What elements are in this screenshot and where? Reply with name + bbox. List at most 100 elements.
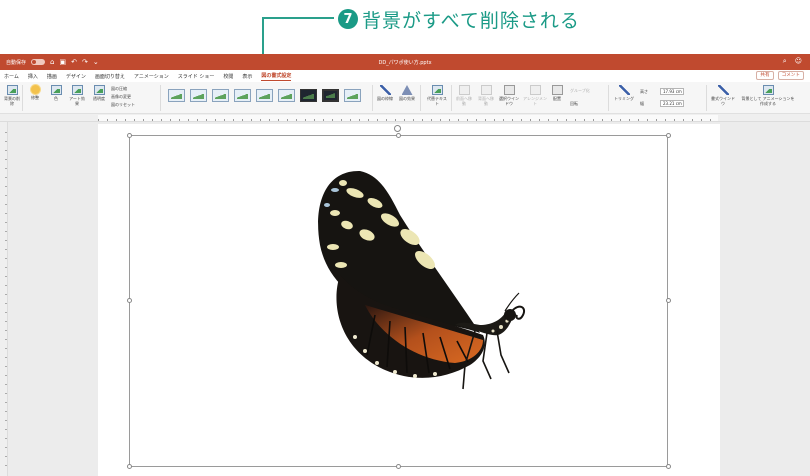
rotate-button[interactable]: 回転 [570, 101, 578, 107]
divider [420, 85, 421, 111]
autosave-toggle[interactable] [31, 59, 46, 65]
width-label: 幅 [640, 101, 644, 106]
share-button[interactable]: 共有 [756, 71, 774, 80]
rotate-handle[interactable] [394, 125, 401, 132]
pen-icon [379, 85, 391, 95]
tab-picture-format[interactable]: 図の書式設定 [261, 71, 292, 81]
artistic-effects-button[interactable]: アート効果 [68, 85, 86, 106]
tab-home[interactable]: ホーム [4, 72, 19, 81]
tab-design[interactable]: デザイン [66, 72, 86, 81]
search-icon[interactable]: ⌕ [783, 57, 787, 66]
arrange-icon [551, 85, 563, 95]
ribbon-tabs: ホーム 挿入 描画 デザイン 画面切り替え アニメーション スライド ショー 校… [0, 70, 810, 82]
vertical-ruler [0, 122, 8, 476]
step-number-badge: 7 [338, 9, 358, 29]
corrections-button[interactable]: 修整 [27, 85, 43, 100]
crop-button[interactable]: トリミング [613, 85, 635, 101]
tab-view[interactable]: 表示 [242, 72, 252, 81]
width-input[interactable]: 23.21 cm [660, 100, 684, 107]
picture-style-thumb[interactable] [212, 89, 229, 102]
picture-border-button[interactable]: 図の枠線 [376, 85, 394, 101]
divider [372, 85, 373, 111]
animate-background-icon [762, 85, 774, 95]
resize-handle[interactable] [666, 298, 671, 303]
change-picture-button[interactable]: 画像の変更 [111, 94, 135, 100]
divider [608, 85, 609, 111]
picture-adjust-stack: 図の圧縮 画像の変更 図のリセット [111, 86, 135, 108]
artistic-effects-icon [71, 85, 83, 95]
horizontal-ruler [0, 114, 810, 122]
annotation-text: 背景がすべて削除される [362, 9, 580, 32]
home-icon[interactable]: ⌂ [50, 58, 54, 66]
divider [706, 85, 707, 111]
resize-handle[interactable] [396, 464, 401, 469]
redo-icon[interactable]: ↷ [82, 58, 88, 66]
arrange-button[interactable]: 配置 [550, 85, 564, 101]
resize-handle[interactable] [127, 464, 132, 469]
color-icon [50, 85, 62, 95]
tab-animations[interactable]: アニメーション [134, 72, 169, 81]
resize-handle[interactable] [666, 133, 671, 138]
reset-picture-button[interactable]: 図のリセット [111, 102, 135, 108]
screenshot-root: 7 背景がすべて削除される 自動保存 ⌂ ▣ ↶ ↷ ⌄ DD_パワポ使い方.p… [0, 0, 810, 476]
send-backward-button[interactable]: 背面へ移動 [477, 85, 495, 106]
picture-style-thumb[interactable] [300, 89, 317, 102]
picture-style-thumb[interactable] [190, 89, 207, 102]
transparency-button[interactable]: 透明度 [90, 85, 108, 101]
picture-effects-button[interactable]: 図の効果 [398, 85, 416, 101]
autosave-label: 自動保存 [6, 59, 27, 66]
divider [22, 85, 23, 111]
align-icon [529, 85, 541, 95]
transparency-icon [93, 85, 105, 95]
tab-transitions[interactable]: 画面切り替え [95, 72, 125, 81]
remove-background-button[interactable]: 背景の削除 [4, 85, 20, 106]
tab-draw[interactable]: 描画 [47, 72, 57, 81]
send-backward-icon [480, 85, 492, 95]
color-button[interactable]: 色 [48, 85, 64, 101]
height-label: 高さ [640, 89, 648, 94]
leader-line-horizontal [262, 17, 334, 19]
selection-pane-button[interactable]: 選択ウインドウ [498, 85, 520, 106]
resize-handle[interactable] [396, 133, 401, 138]
ribbon-toolbar: 背景の削除 修整 色 アート効果 透明度 図の圧縮 画像の変更 図のリセット 図… [0, 82, 810, 114]
selection-pane-icon [503, 85, 515, 95]
comment-button[interactable]: コメント [777, 71, 804, 80]
account-icon[interactable]: ☺ [795, 57, 802, 66]
picture-style-thumb[interactable] [168, 89, 185, 102]
bring-forward-icon [458, 85, 470, 95]
picture-style-thumb[interactable] [344, 89, 361, 102]
format-pane-icon [717, 85, 729, 95]
resize-handle[interactable] [666, 464, 671, 469]
picture-style-thumb[interactable] [322, 89, 339, 102]
compress-pictures-button[interactable]: 図の圧縮 [111, 86, 135, 92]
alt-text-button[interactable]: 代替テキスト [426, 85, 448, 106]
height-input[interactable]: 17.93 cm [660, 88, 684, 95]
undo-icon[interactable]: ↶ [71, 58, 77, 66]
group-button[interactable]: グループ化 [570, 88, 590, 94]
document-title: DD_パワポ使い方.pptx [378, 59, 432, 66]
title-bar: 自動保存 ⌂ ▣ ↶ ↷ ⌄ DD_パワポ使い方.pptx ⌕ ☺ [0, 54, 810, 70]
align-button[interactable]: アレンジメント [523, 85, 547, 106]
resize-handle[interactable] [127, 298, 132, 303]
tab-review[interactable]: 校閲 [223, 72, 233, 81]
resize-handle[interactable] [127, 133, 132, 138]
divider [160, 85, 161, 111]
alt-text-icon [431, 85, 443, 95]
animate-as-background-button[interactable]: 背景として アニメーションを作成する [740, 85, 796, 106]
tab-slideshow[interactable]: スライド ショー [178, 72, 215, 81]
crop-icon [618, 85, 630, 95]
bring-forward-button[interactable]: 前面へ移動 [455, 85, 473, 106]
picture-style-thumb[interactable] [256, 89, 273, 102]
sun-icon [30, 85, 40, 94]
save-icon[interactable]: ▣ [59, 58, 66, 66]
picture-styles-gallery [168, 89, 361, 102]
remove-background-icon [6, 85, 18, 95]
picture-style-thumb[interactable] [234, 89, 251, 102]
annotation-callout: 7 背景がすべて削除される [338, 6, 580, 32]
divider [451, 85, 452, 111]
chevron-down-icon[interactable]: ⌄ [93, 58, 99, 66]
tab-insert[interactable]: 挿入 [28, 72, 38, 81]
format-pane-button[interactable]: 書式ウインドウ [710, 85, 736, 106]
butterfly-picture[interactable] [305, 165, 535, 397]
picture-style-thumb[interactable] [278, 89, 295, 102]
